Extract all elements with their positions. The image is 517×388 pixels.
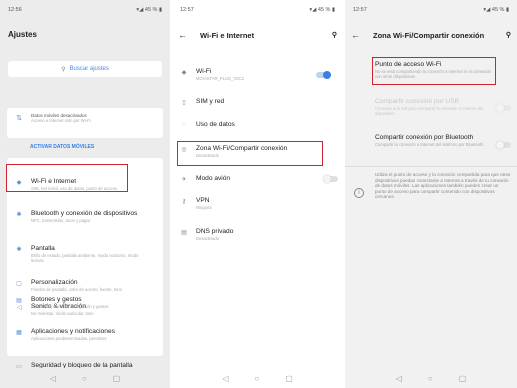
activate-data-button[interactable]: ACTIVAR DATOS MÓVILES	[30, 144, 94, 150]
search-icon: ⚲	[61, 66, 66, 73]
status-battery: ▾◢ 45 % ▮	[136, 7, 162, 13]
search-placeholder: Buscar ajustes	[69, 66, 109, 72]
item-title: DNS privado	[196, 228, 234, 235]
item-title: Wi-Fi	[196, 68, 212, 75]
status-battery: ▾◢ 45 % ▮	[483, 7, 509, 13]
dns-icon: ▤	[181, 230, 187, 236]
item-title: Aplicaciones y notificaciones	[31, 328, 115, 335]
settings-item-buttons[interactable]: ▤ Botones y gestos Alert Slider, barra de …	[7, 296, 163, 309]
settings-item-personalization[interactable]: ▢ Personalización Fondos de pantalla, colo…	[7, 279, 163, 292]
airplane-icon: ✈	[181, 177, 187, 183]
item-title: Uso de datos	[196, 121, 235, 128]
item-usb-tethering[interactable]: Compartir conexión por USB Conectar a la …	[375, 98, 485, 116]
item-title: Pantalla	[31, 245, 55, 252]
item-title: SIM y red	[196, 98, 225, 105]
status-time: 12:57	[353, 7, 367, 13]
recents-icon[interactable]: ▢	[285, 374, 293, 383]
item-subtitle: Desactivado	[196, 236, 220, 241]
item-subtitle: NFC, transmisión, tocar y pagar	[31, 218, 91, 223]
back-icon[interactable]: ◁	[222, 374, 228, 383]
data-off-icon: ⇅	[16, 115, 22, 122]
item-title: VPN	[196, 197, 210, 204]
back-arrow-icon[interactable]: ←	[178, 30, 200, 40]
item-title: Modo avión	[196, 175, 231, 182]
item-title: Bluetooth y conexión de dispositivos	[31, 210, 138, 217]
status-bar: 12:57 ▾◢ 45 % ▮	[353, 7, 509, 15]
vpn-icon: ⚷	[181, 199, 187, 205]
item-subtitle: Alert Slider, barra de navegación y gest…	[31, 304, 109, 309]
item-subtitle: Compartir la conexión a Internet del tel…	[375, 142, 484, 147]
recents-icon[interactable]: ▢	[113, 374, 121, 383]
sim-icon: ▯	[182, 100, 186, 106]
mobile-data-card: ⇅ Datos móviles desactivados Acceso a Int…	[7, 108, 163, 138]
data-card-subtitle: Acceso a Internet solo por Wi-Fi	[31, 118, 91, 123]
highlight-box	[177, 141, 323, 166]
page-title: Wi-Fi e Internet	[200, 30, 255, 40]
item-sim[interactable]: ▯ SIM y red	[172, 98, 343, 106]
status-bar: 12:57 ▾◢ 45 % ▮	[180, 7, 335, 15]
settings-item-display[interactable]: ✺ Pantalla Brillo de estado, pantalla ambi…	[7, 245, 163, 263]
settings-item-apps[interactable]: ▦ Aplicaciones y notificaciones Aplicacion…	[7, 328, 163, 341]
data-usage-icon: ◌	[182, 122, 186, 128]
brightness-icon: ✺	[16, 247, 22, 253]
nav-bar: ◁ ○ ▢	[0, 368, 170, 388]
settings-screen: 12:56 ▾◢ 45 % ▮ Ajustes ⚲ Buscar ajustes ⇅…	[0, 0, 170, 388]
info-text: Utiliza el punto de acceso y la conexión…	[375, 172, 511, 200]
page-title: Ajustes	[8, 30, 37, 39]
item-title: Botones y gestos	[31, 296, 82, 303]
back-icon[interactable]: ◁	[50, 374, 56, 383]
home-icon[interactable]: ○	[82, 374, 87, 383]
search-icon[interactable]: ⚲	[506, 31, 511, 39]
item-title: Personalización	[31, 279, 78, 286]
item-subtitle: Conectar a la red para compartir la cone…	[375, 106, 484, 116]
item-subtitle: MOVISTAR_PLUS_7DC3	[196, 76, 244, 81]
apps-icon: ▦	[16, 330, 22, 336]
recents-icon[interactable]: ▢	[459, 374, 467, 383]
nav-bar: ◁ ○ ▢	[345, 368, 517, 388]
header: ← Zona Wi-Fi/Compartir conexión ⚲	[351, 30, 511, 40]
item-bluetooth-tethering[interactable]: Compartir conexión por Bluetooth Comparti…	[375, 134, 485, 147]
wifi-icon: ◆	[181, 70, 187, 76]
item-vpn[interactable]: ⚷ VPN Ninguna	[172, 197, 343, 210]
highlight-box	[372, 57, 496, 85]
home-icon[interactable]: ○	[254, 374, 259, 383]
status-time: 12:56	[8, 7, 22, 13]
back-arrow-icon[interactable]: ←	[351, 30, 373, 40]
usb-toggle[interactable]	[496, 104, 511, 112]
highlight-box	[6, 164, 128, 192]
status-battery: ▾◢ 45 % ▮	[309, 7, 335, 13]
gesture-icon: ▤	[16, 298, 22, 304]
item-airplane[interactable]: ✈ Modo avión	[172, 175, 343, 183]
item-dns[interactable]: ▤ DNS privado Desactivado	[172, 228, 343, 241]
palette-icon: ▢	[16, 281, 22, 287]
search-icon[interactable]: ⚲	[332, 31, 337, 39]
item-subtitle: Brillo de estado, pantalla ambiente, mod…	[31, 253, 139, 263]
status-time: 12:57	[180, 7, 194, 13]
divider	[345, 166, 517, 167]
page-title: Zona Wi-Fi/Compartir conexión	[373, 30, 485, 40]
back-icon[interactable]: ◁	[396, 374, 402, 383]
item-title: Compartir conexión por USB	[375, 98, 459, 105]
hotspot-screen: 12:57 ▾◢ 45 % ▮ ← Zona Wi-Fi/Compartir con…	[345, 0, 517, 388]
item-subtitle: Ninguna	[196, 205, 212, 210]
wifi-toggle[interactable]	[316, 71, 331, 79]
data-card-row: ⇅ Datos móviles desactivados Acceso a Int…	[7, 113, 163, 123]
nav-bar: ◁ ○ ▢	[172, 368, 343, 388]
item-title: Compartir conexión por Bluetooth	[375, 134, 474, 141]
wifi-internet-screen: 12:57 ▾◢ 45 % ▮ ← Wi-Fi e Internet ⚲ ◆ Wi-Fi…	[172, 0, 343, 388]
airplane-toggle[interactable]	[323, 175, 338, 183]
header: ← Wi-Fi e Internet ⚲	[178, 30, 337, 40]
status-bar: 12:56 ▾◢ 45 % ▮	[8, 7, 162, 15]
info-icon: i	[354, 188, 364, 198]
home-icon[interactable]: ○	[428, 374, 433, 383]
bluetooth-icon: ✱	[16, 212, 22, 218]
bluetooth-toggle[interactable]	[496, 141, 511, 149]
item-data-usage[interactable]: ◌ Uso de datos	[172, 121, 343, 129]
settings-list-lower: ▤ Botones y gestos Alert Slider, barra de …	[7, 292, 163, 360]
search-bar[interactable]: ⚲ Buscar ajustes	[8, 61, 162, 77]
item-subtitle: Aplicaciones predeterminadas, permisos	[31, 336, 107, 341]
settings-item-bluetooth[interactable]: ✱ Bluetooth y conexión de dispositivos NFC…	[7, 210, 163, 223]
